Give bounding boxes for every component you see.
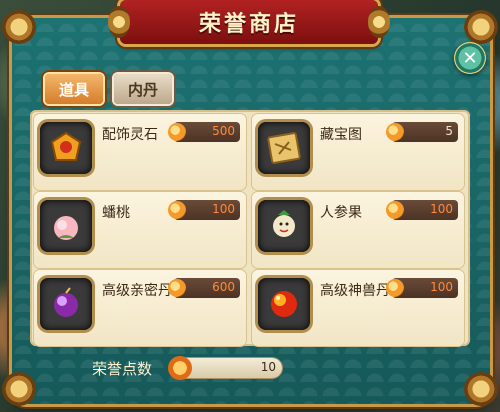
coin-icon	[386, 279, 404, 297]
price-tag: 100	[386, 278, 458, 298]
item-price: 100	[212, 202, 235, 216]
corner-ornament	[2, 10, 36, 44]
gold-gem-icon	[40, 122, 92, 174]
close-icon: ✕	[462, 47, 478, 69]
item-price: 5	[445, 124, 453, 138]
shop-title-plate: 荣誉商店	[108, 0, 390, 44]
ginseng-fruit-icon	[258, 200, 310, 252]
close-button[interactable]: ✕	[454, 42, 486, 74]
honor-coin-icon	[168, 356, 192, 380]
shop-item-grid: 配饰灵石 500 藏宝图 5 蟠桃 100 人参果 100 高级亲密丹 600 …	[30, 110, 470, 346]
shop-item-card[interactable]: 高级神兽丹 100	[252, 270, 464, 346]
corner-ornament	[464, 372, 498, 406]
price-tag: 600	[168, 278, 240, 298]
title-cap-left	[108, 6, 130, 38]
item-name: 配饰灵石	[102, 127, 158, 143]
red-pill-icon	[258, 278, 310, 330]
shop-item-card[interactable]: 人参果 100	[252, 192, 464, 268]
shop-item-card[interactable]: 藏宝图 5	[252, 114, 464, 190]
price-tag: 100	[386, 200, 458, 220]
coin-icon	[168, 201, 186, 219]
item-price: 100	[430, 280, 453, 294]
treasure-map-icon	[258, 122, 310, 174]
item-price: 100	[430, 202, 453, 216]
tab-inner-pill[interactable]: 内丹	[114, 74, 172, 104]
shop-item-card[interactable]: 高级亲密丹 600	[34, 270, 246, 346]
title-cap-right	[368, 6, 390, 38]
item-price: 600	[212, 280, 235, 294]
corner-ornament	[464, 10, 498, 44]
honor-points-label: 荣誉点数	[92, 360, 153, 378]
item-name: 高级神兽丹	[320, 283, 390, 299]
price-tag: 100	[168, 200, 240, 220]
shop-item-card[interactable]: 配饰灵石 500	[34, 114, 246, 190]
peach-icon	[40, 200, 92, 252]
shop-item-card[interactable]: 蟠桃 100	[34, 192, 246, 268]
coin-icon	[386, 201, 404, 219]
item-name: 人参果	[320, 205, 362, 221]
item-name: 藏宝图	[320, 127, 362, 143]
purple-pill-icon	[40, 278, 92, 330]
coin-icon	[168, 279, 186, 297]
price-tag: 500	[168, 122, 240, 142]
price-tag: 5	[386, 122, 458, 142]
item-name: 高级亲密丹	[102, 283, 172, 299]
honor-points-bar: 10	[168, 356, 282, 380]
item-name: 蟠桃	[102, 205, 130, 221]
coin-icon	[168, 123, 186, 141]
corner-ornament	[2, 372, 36, 406]
item-price: 500	[212, 124, 235, 138]
coin-icon	[386, 123, 404, 141]
honor-points-value: 10	[260, 360, 276, 374]
shop-title: 荣誉商店	[198, 12, 299, 37]
tab-items[interactable]: 道具	[45, 74, 103, 104]
